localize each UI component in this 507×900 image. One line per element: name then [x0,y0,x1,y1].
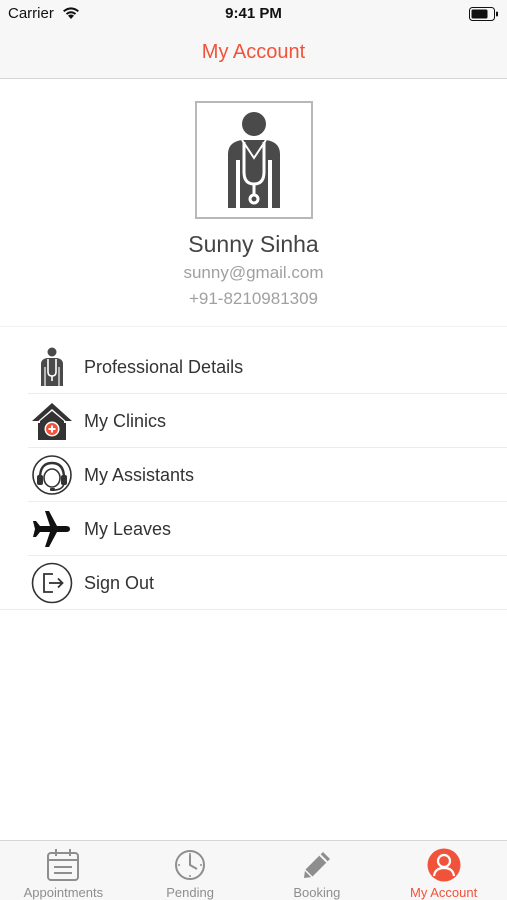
menu-item-label: My Clinics [84,410,167,431]
menu-item-my-leaves[interactable]: My Leaves [0,502,507,556]
sign-out-icon [31,562,73,604]
tab-label: Booking [293,885,341,900]
status-bar: Carrier 9:41 PM [0,0,507,28]
profile-email: sunny@gmail.com [183,263,324,282]
doctor-icon [41,347,63,386]
battery-icon [469,7,498,21]
avatar[interactable] [195,101,313,219]
tab-my-account[interactable]: My Account [380,841,507,900]
menu-item-sign-out[interactable]: Sign Out [0,556,507,610]
navigation-bar: My Account [0,28,507,79]
clinic-icon [32,403,72,440]
airplane-icon [33,511,70,547]
pencil-icon [303,851,330,878]
doctor-icon [228,112,280,208]
tab-bar: Appointments Pending Booking My Account [0,840,507,900]
menu-item-label: My Assistants [84,464,195,485]
clock-icon [175,849,206,880]
profile-header: Sunny Sinha sunny@gmail.com +91-82109813… [0,79,507,327]
page-title: My Account [201,41,306,63]
calendar-icon [47,848,80,881]
tab-label: My Account [410,885,478,900]
menu-item-my-assistants[interactable]: My Assistants [0,448,507,502]
tab-label: Pending [166,885,214,900]
assistant-icon [32,455,72,495]
menu-item-professional-details[interactable]: Professional Details [0,340,507,394]
user-icon [427,848,461,881]
tab-pending[interactable]: Pending [127,841,254,900]
menu-item-my-clinics[interactable]: My Clinics [0,394,507,448]
menu-item-label: My Leaves [84,518,172,539]
status-time: 9:41 PM [225,5,282,22]
menu-item-label: Sign Out [84,572,155,593]
profile-phone: +91-8210981309 [188,289,319,308]
menu-item-label: Professional Details [84,356,244,377]
tab-booking[interactable]: Booking [254,841,381,900]
tab-label: Appointments [23,885,104,900]
profile-name: Sunny Sinha [188,231,319,257]
tab-appointments[interactable]: Appointments [0,841,127,900]
account-menu: Professional Details My Clinics My Assis… [0,340,507,610]
